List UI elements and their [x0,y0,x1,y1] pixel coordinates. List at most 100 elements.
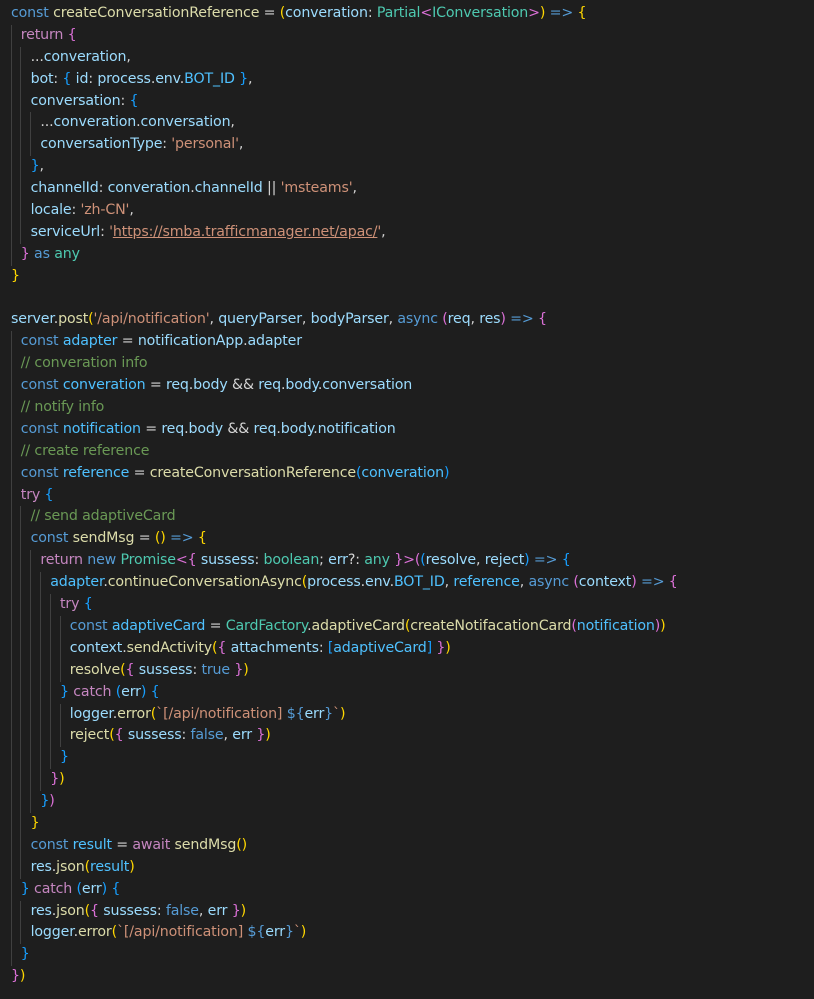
code-line[interactable]: } as any [0,243,814,266]
indent-guide [10,681,12,704]
code-line[interactable]: const reference = createConversationRefe… [0,462,814,485]
indent-guide [10,747,12,770]
code-line[interactable]: } [0,812,814,835]
indent-guide [10,24,12,47]
code-line[interactable]: // create reference [0,440,814,463]
code-token: env [155,70,180,87]
indent-guide [20,156,22,179]
code-line-content: adapter.continueConversationAsync(proces… [50,572,678,594]
code-token: false [165,902,199,919]
code-token: > [528,5,540,21]
code-line[interactable]: resolve({ sussess: true }) [0,659,814,682]
indent-guide [20,134,22,157]
code-token: converation [107,180,191,197]
indent-guide [39,594,41,616]
code-line[interactable]: const adaptiveCard = CardFactory.adaptiv… [0,615,814,638]
code-line[interactable]: res.json({ sussess: false, err }) [0,900,814,923]
code-line[interactable]: channelId: converation.channelId || 'mst… [0,178,814,201]
indent-guide [30,725,32,748]
indent-guide [10,134,12,157]
code-token: = [140,420,162,437]
code-line[interactable]: ...converation.conversation, [0,112,814,135]
code-line[interactable]: try { [0,484,814,507]
code-line[interactable]: } catch (err) { [0,878,814,901]
code-line[interactable]: }) [0,791,814,813]
indent-guide [20,725,22,748]
code-token: as [29,245,50,262]
code-token: res [479,311,501,328]
code-token: res [30,858,52,875]
code-line-content: const adaptiveCard = CardFactory.adaptiv… [70,616,666,638]
code-token: = [205,617,226,634]
code-line[interactable]: adapter.continueConversationAsync(proces… [0,572,814,595]
code-token: { [67,26,77,43]
code-line[interactable] [0,288,814,310]
indent-guide [49,637,51,660]
code-token: context [578,574,632,591]
code-token: result [89,858,130,875]
code-line[interactable]: server.post('/api/notification', queryPa… [0,309,814,331]
code-line[interactable]: const createConversationReference = (con… [0,3,814,25]
code-line[interactable]: }) [0,769,814,792]
code-line[interactable]: bot: { id: process.env.BOT_ID }, [0,68,814,91]
code-line[interactable]: return { [0,24,814,47]
code-line[interactable]: }, [0,156,814,179]
code-line[interactable]: try { [0,594,814,616]
code-line[interactable]: conversation: { [0,90,814,113]
code-line[interactable]: } catch (err) { [0,681,814,704]
code-line[interactable]: locale: 'zh-CN', [0,200,814,222]
code-token: // converation info [20,355,148,372]
code-line[interactable]: serviceUrl: 'https://smba.trafficmanager… [0,221,814,244]
code-line[interactable]: }) [0,966,814,988]
code-line[interactable]: reject({ sussess: false, err }) [0,725,814,748]
code-line[interactable]: // send adaptiveCard [0,506,814,529]
indent-guide [20,46,22,69]
code-token: json [56,858,85,875]
code-line[interactable]: // converation info [0,353,814,376]
code-line[interactable]: } [0,266,814,288]
code-line[interactable]: } [0,944,814,967]
code-token: sendMsg [72,530,135,547]
code-token: ) [49,793,55,810]
code-line[interactable]: const result = await sendMsg() [0,834,814,857]
code-line-content: res.json(result) [31,857,135,879]
code-token: converation [53,114,137,131]
indent-guide [10,528,12,551]
code-token: { [538,311,547,328]
code-editor[interactable]: const createConversationReference = (con… [0,0,814,999]
indent-guide [49,703,51,726]
code-line[interactable]: // notify info [0,397,814,419]
code-line[interactable]: } [0,747,814,770]
code-token: const [30,530,69,547]
code-line[interactable]: logger.error(`[/api/notification] ${err}… [0,922,814,945]
code-line[interactable]: return new Promise<{ sussess: boolean; e… [0,550,814,573]
code-lines[interactable]: const createConversationReference = (con… [0,3,814,988]
indent-guide [30,637,32,660]
code-token: async [528,574,569,591]
code-token: body [280,420,314,437]
code-token: process [307,574,361,591]
code-token: sussess [138,661,193,678]
indent-guide [10,594,12,616]
indent-guide [30,112,32,135]
indent-guide [10,834,12,857]
code-token: converation [43,48,127,65]
code-token: , [129,202,134,219]
code-line[interactable]: conversationType: 'personal', [0,134,814,157]
code-line[interactable]: logger.error(`[/api/notification] ${err}… [0,703,814,726]
code-line[interactable]: context.sendActivity({ attachments: [ada… [0,637,814,660]
code-line[interactable]: res.json(result) [0,856,814,879]
code-line[interactable]: const notification = req.body && req.bod… [0,418,814,441]
code-line[interactable]: const converation = req.body && req.body… [0,375,814,398]
code-token: res [30,902,52,919]
code-line-content: resolve({ sussess: true }) [70,660,249,682]
code-line[interactable]: ...converation, [0,46,814,69]
code-line[interactable]: const sendMsg = () => { [0,528,814,551]
indent-guide [30,659,32,682]
code-token: : [98,180,108,197]
code-token: createConversationReference [53,5,260,21]
code-line-content: const createConversationReference = (con… [11,3,587,25]
code-line[interactable]: const adapter = notificationApp.adapter [0,331,814,354]
code-token: req [253,420,277,437]
code-token: , [209,311,219,328]
